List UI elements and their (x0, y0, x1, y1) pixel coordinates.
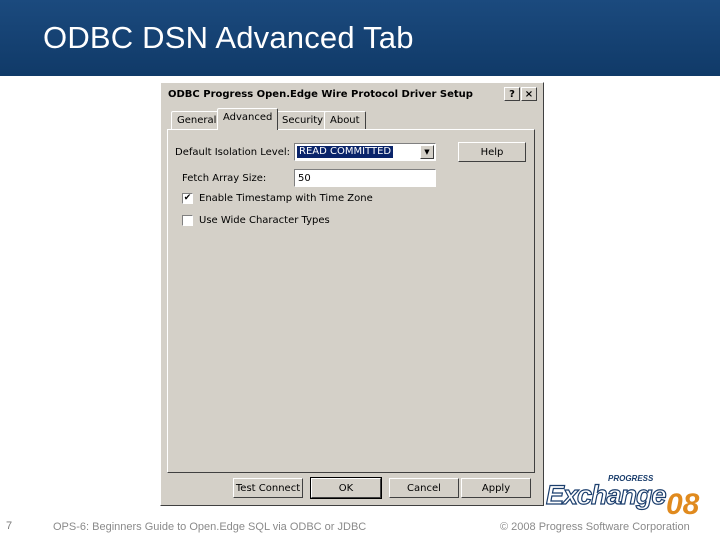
help-button[interactable]: Help (458, 142, 526, 162)
ok-button[interactable]: OK (310, 477, 382, 499)
footer-session-title: OPS-6: Beginners Guide to Open.Edge SQL … (53, 521, 367, 533)
tab-advanced[interactable]: Advanced (217, 108, 279, 130)
tab-about[interactable]: About (324, 111, 366, 129)
isolation-level-value: READ COMMITTED (297, 146, 394, 158)
logo-exchange-text: Exchange (545, 479, 667, 510)
slide-title: ODBC DSN Advanced Tab (43, 20, 414, 55)
exchange-08-logo: PROGRESS Exchange 08 (545, 470, 706, 522)
tab-general[interactable]: General (171, 111, 223, 129)
enable-timestamp-checkbox[interactable]: ✔ (182, 193, 193, 204)
apply-button[interactable]: Apply (461, 478, 531, 498)
close-title-button[interactable]: × (521, 87, 537, 101)
enable-timestamp-label: Enable Timestamp with Time Zone (199, 193, 373, 204)
tab-security[interactable]: Security (276, 111, 330, 129)
help-title-button[interactable]: ? (504, 87, 520, 101)
fetch-array-size-input[interactable] (294, 169, 436, 187)
dialog-title: ODBC Progress Open.Edge Wire Protocol Dr… (168, 89, 473, 100)
logo-year-text: 08 (666, 488, 700, 521)
wide-character-checkbox[interactable] (182, 215, 193, 226)
slide-number: 7 (6, 520, 13, 532)
isolation-level-select[interactable]: READ COMMITTED ▼ (294, 143, 436, 161)
isolation-level-label: Default Isolation Level: (175, 147, 290, 158)
driver-setup-dialog: ODBC Progress Open.Edge Wire Protocol Dr… (160, 82, 544, 506)
chevron-down-icon[interactable]: ▼ (420, 145, 434, 159)
footer-copyright: © 2008 Progress Software Corporation (500, 521, 690, 533)
fetch-array-size-label: Fetch Array Size: (182, 173, 267, 184)
test-connect-button[interactable]: Test Connect (233, 478, 303, 498)
dialog-titlebar[interactable]: ODBC Progress Open.Edge Wire Protocol Dr… (164, 86, 540, 104)
cancel-button[interactable]: Cancel (389, 478, 459, 498)
slide-header: ODBC DSN Advanced Tab (0, 0, 720, 76)
wide-character-label: Use Wide Character Types (199, 215, 330, 226)
